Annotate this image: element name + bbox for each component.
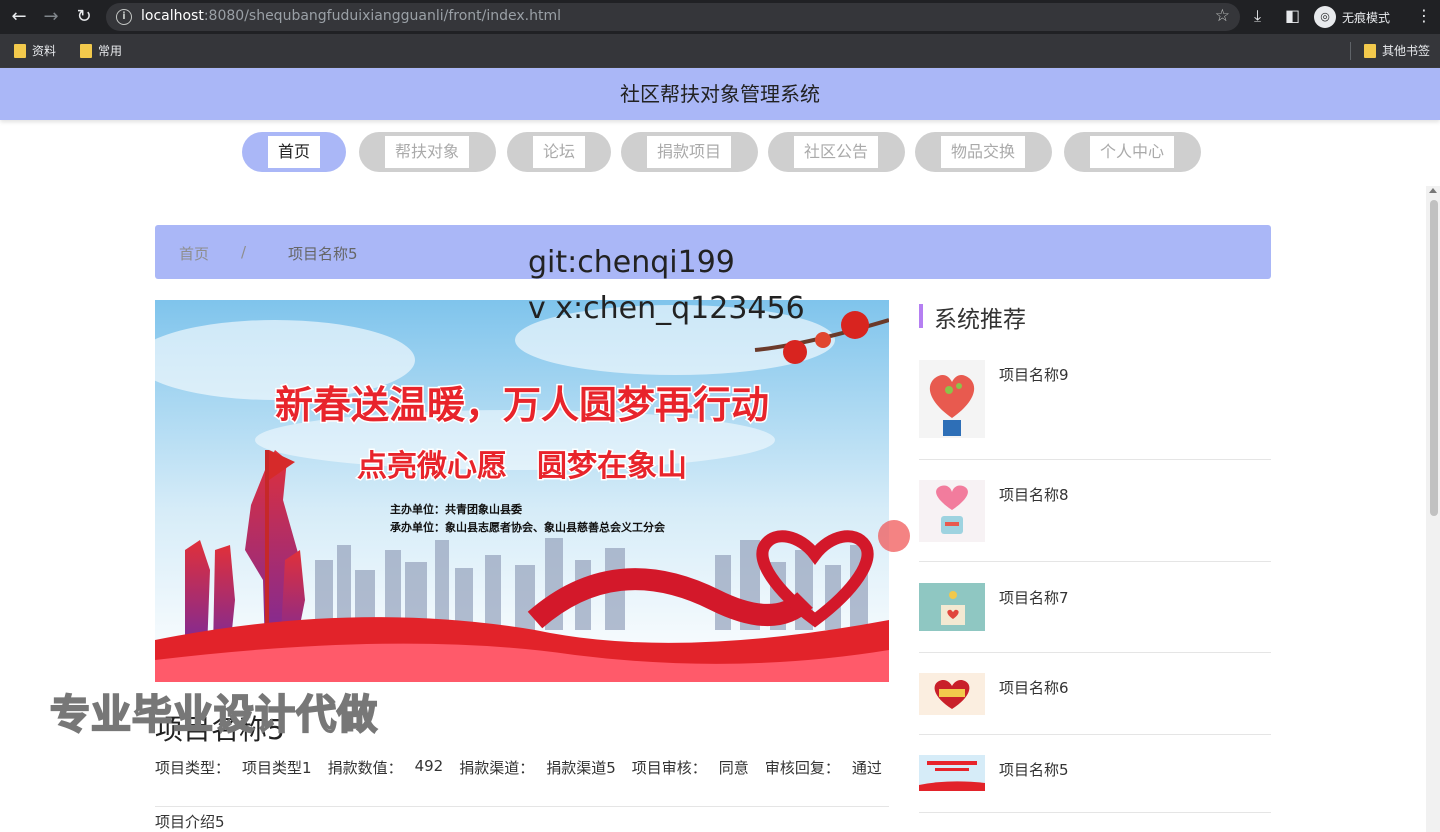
forward-icon[interactable]: → xyxy=(40,7,62,27)
folder-icon xyxy=(80,43,92,58)
nav-label: 首页 xyxy=(268,136,320,168)
site-info-icon[interactable]: i xyxy=(116,9,132,25)
nav-label: 捐款项目 xyxy=(647,136,731,168)
recommend-item-name: 项目名称6 xyxy=(999,679,1069,697)
meta-label: 捐款渠道： xyxy=(459,759,535,777)
project-intro: 项目介绍5 xyxy=(155,813,225,831)
incognito-icon: ◎ xyxy=(1314,6,1336,28)
recommend-divider xyxy=(919,812,1271,813)
bookmark-label: 资料 xyxy=(32,44,57,58)
url-text[interactable]: localhost:8080/shequbangfuduixiangguanli… xyxy=(141,8,561,24)
nav-help-objects[interactable]: 帮扶对象 xyxy=(359,132,496,172)
nav-label: 论坛 xyxy=(533,136,585,168)
banner-organizer: 承办单位：象山县志愿者协会、象山县慈善总会义工分会 xyxy=(390,520,666,534)
bookmark-label: 其他书签 xyxy=(1382,44,1431,58)
recommend-thumb-heart-ribbon xyxy=(919,673,985,715)
scroll-up-arrow-icon[interactable] xyxy=(1429,188,1437,193)
recommend-thumb-banner xyxy=(919,755,985,791)
watermark-git: git:chenqi199 xyxy=(528,245,735,280)
recommend-title: 系统推荐 xyxy=(934,307,1026,333)
project-meta: 项目类型： 项目类型1 捐款数值： 492 捐款渠道： 捐款渠道5 项目审核： … xyxy=(155,757,898,778)
divider xyxy=(155,806,889,807)
project-banner-image: 新春送温暖，万人圆梦再行动 点亮微心愿 圆梦在象山 主办单位：共青团象山县委 承… xyxy=(155,300,889,682)
recommend-item-name: 项目名称7 xyxy=(999,589,1069,607)
meta-value: 同意 xyxy=(718,759,749,777)
breadcrumb-separator: / xyxy=(241,243,247,261)
folder-icon xyxy=(14,43,26,58)
bookmark-folder-changyong[interactable]: 常用 xyxy=(80,42,122,59)
meta-label: 捐款数值： xyxy=(327,759,403,777)
recommend-item-name: 项目名称8 xyxy=(999,486,1069,504)
recommend-item[interactable]: 项目名称9 xyxy=(919,360,1271,460)
recommend-thumb-donation xyxy=(919,583,985,631)
bookmark-folder-ziliao[interactable]: 资料 xyxy=(14,42,56,59)
nav-donation-projects[interactable]: 捐款项目 xyxy=(621,132,758,172)
scrollbar-thumb[interactable] xyxy=(1430,200,1438,516)
reload-icon[interactable]: ↻ xyxy=(73,7,95,27)
bookmarks-bar: 资料 常用 其他书签 xyxy=(0,34,1440,68)
nav-home[interactable]: 首页 xyxy=(242,132,346,172)
recommend-item[interactable]: 项目名称5 xyxy=(919,755,1271,813)
recommend-divider xyxy=(919,734,1271,735)
recommend-divider xyxy=(919,459,1271,460)
recommend-item-name: 项目名称9 xyxy=(999,366,1069,384)
menu-icon[interactable]: ⋮ xyxy=(1416,6,1432,25)
breadcrumb-home[interactable]: 首页 xyxy=(179,243,209,264)
bookmark-star-icon[interactable]: ☆ xyxy=(1215,6,1230,26)
site-title: 社区帮扶对象管理系统 xyxy=(0,68,1440,120)
meta-label: 项目类型： xyxy=(155,759,231,777)
breadcrumb-current: 项目名称5 xyxy=(288,245,358,263)
nav-personal-center[interactable]: 个人中心 xyxy=(1064,132,1201,172)
recommend-item-name: 项目名称5 xyxy=(999,761,1069,779)
incognito-indicator[interactable]: ◎ 无痕模式 xyxy=(1314,5,1390,29)
nav-label: 物品交换 xyxy=(941,136,1025,168)
other-bookmarks[interactable]: 其他书签 xyxy=(1364,42,1430,59)
bookmark-separator xyxy=(1350,42,1351,60)
nav-label: 帮扶对象 xyxy=(385,136,469,168)
recommend-accent-bar xyxy=(919,304,923,328)
incognito-label: 无痕模式 xyxy=(1342,10,1391,25)
banner-host: 主办单位：共青团象山县委 xyxy=(390,502,523,516)
watermark-ad: 专业毕业设计代做 xyxy=(49,691,378,739)
address-bar[interactable]: i localhost:8080/shequbangfuduixiangguan… xyxy=(106,3,1240,31)
back-icon[interactable]: ← xyxy=(8,7,30,27)
meta-value: 通过 xyxy=(851,759,882,777)
watermark-vx: v x:chen_q123456 xyxy=(528,291,805,326)
recommend-item[interactable]: 项目名称6 xyxy=(919,673,1271,735)
meta-value: 项目类型1 xyxy=(242,759,312,777)
download-icon[interactable]: ⤓ xyxy=(1254,6,1261,26)
recommend-thumb-hands xyxy=(919,480,985,542)
meta-label: 项目审核： xyxy=(631,759,707,777)
meta-value: 捐款渠道5 xyxy=(546,759,616,777)
cursor-highlight xyxy=(878,520,910,552)
nav-label: 个人中心 xyxy=(1090,136,1174,168)
bookmark-label: 常用 xyxy=(98,44,123,58)
meta-label: 审核回复： xyxy=(764,759,840,777)
recommend-item[interactable]: 项目名称7 xyxy=(919,583,1271,653)
recommend-divider xyxy=(919,561,1271,562)
browser-toolbar: ← → ↻ i localhost:8080/shequbangfuduixia… xyxy=(0,0,1440,34)
folder-icon xyxy=(1364,43,1376,58)
nav-item-exchange[interactable]: 物品交换 xyxy=(915,132,1052,172)
recommend-divider xyxy=(919,652,1271,653)
nav-forum[interactable]: 论坛 xyxy=(507,132,611,172)
recommend-thumb-heart-hand xyxy=(919,360,985,438)
recommend-item[interactable]: 项目名称8 xyxy=(919,480,1271,562)
nav-label: 社区公告 xyxy=(794,136,878,168)
meta-value: 492 xyxy=(414,757,444,775)
nav-announcements[interactable]: 社区公告 xyxy=(768,132,905,172)
sidepanel-icon[interactable]: ◧ xyxy=(1285,6,1300,25)
banner-headline: 新春送温暖，万人圆梦再行动 xyxy=(275,383,769,427)
banner-subhead: 点亮微心愿 圆梦在象山 xyxy=(357,449,687,484)
